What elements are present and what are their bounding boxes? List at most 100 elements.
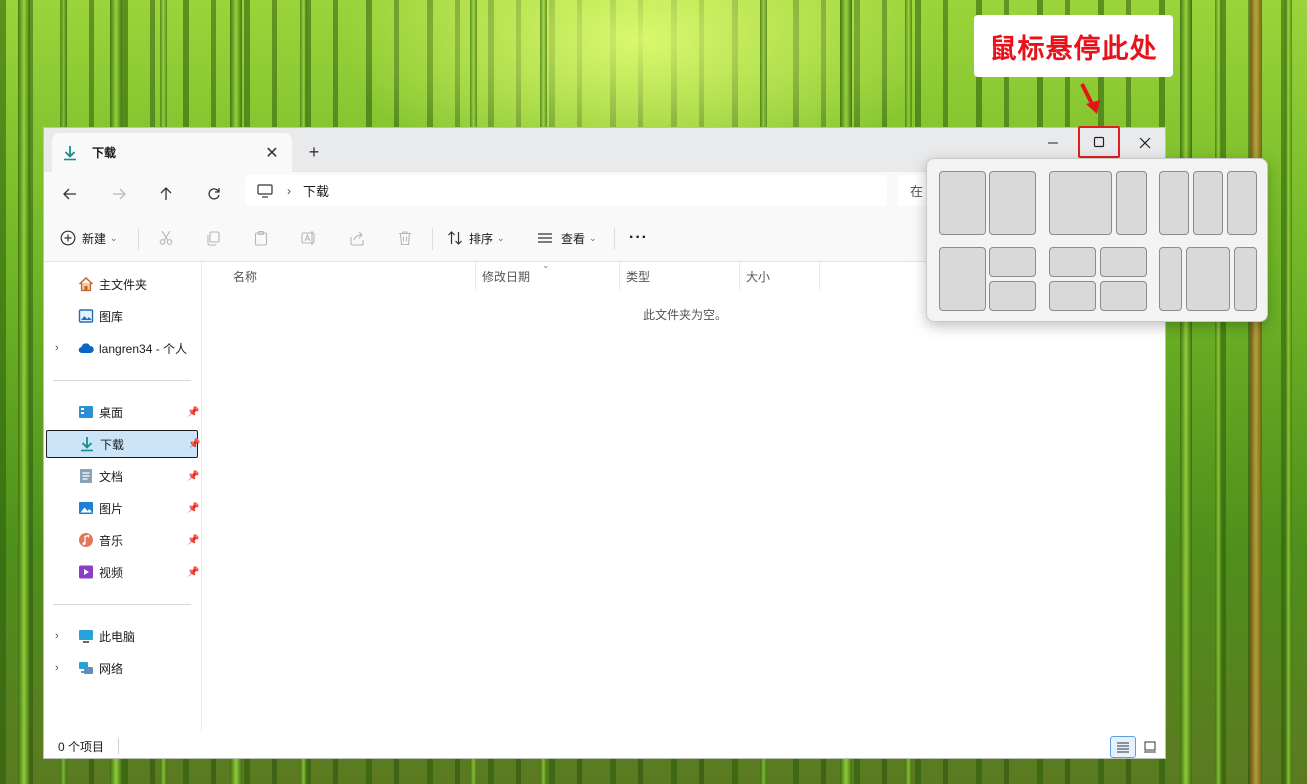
annotation-arrow <box>1080 83 1100 114</box>
toolbar-divider <box>614 228 615 250</box>
rename-icon <box>301 231 315 245</box>
address-bar[interactable]: › 下载 <box>245 175 887 206</box>
snap-zone[interactable] <box>989 171 1036 235</box>
snap-layout-two-thirds <box>1049 171 1147 237</box>
plus-circle-icon <box>60 230 76 246</box>
view-button[interactable]: 查看 ⌄ <box>537 224 597 252</box>
sidebar-item-pictures[interactable]: 图片 📌 <box>46 494 199 522</box>
sidebar-divider <box>53 380 191 381</box>
arrow-left-icon <box>63 188 76 200</box>
sidebar-item-gallery[interactable]: 图库 <box>46 302 198 330</box>
copy-button[interactable] <box>199 224 227 252</box>
snap-zone[interactable] <box>1193 171 1223 235</box>
snap-zone[interactable] <box>1227 171 1257 235</box>
network-icon <box>78 660 94 676</box>
download-icon <box>79 436 95 452</box>
snap-zone[interactable] <box>989 247 1036 277</box>
pin-icon[interactable]: 📌 <box>187 503 199 514</box>
snap-zone[interactable] <box>989 281 1036 311</box>
snap-zone[interactable] <box>1049 281 1096 311</box>
sidebar-item-music[interactable]: 音乐 📌 <box>46 526 199 554</box>
empty-folder-message: 此文件夹为空。 <box>643 308 728 322</box>
snap-zone[interactable] <box>1116 171 1147 235</box>
sidebar-item-videos[interactable]: 视频 📌 <box>46 558 199 586</box>
sidebar-item-label: langren34 - 个人 <box>99 341 188 356</box>
more-options-button[interactable]: ··· <box>629 224 648 252</box>
status-divider <box>118 738 120 754</box>
snap-zone[interactable] <box>1049 247 1096 277</box>
chevron-down-icon: ⌄ <box>497 232 505 243</box>
sidebar-item-label: 主文件夹 <box>99 277 148 292</box>
sort-button[interactable]: 排序 ⌄ <box>447 224 505 252</box>
share-button[interactable] <box>343 224 371 252</box>
sidebar-item-home[interactable]: 主文件夹 <box>46 270 198 298</box>
column-header-size[interactable]: 大小 <box>740 262 820 290</box>
maximize-button[interactable] <box>1078 126 1120 158</box>
new-button[interactable]: 新建 ⌄ <box>60 224 118 252</box>
details-view-icon <box>1117 742 1129 753</box>
pictures-icon <box>78 500 94 516</box>
snap-layout-half-and-quarters <box>939 247 1037 313</box>
column-header-type[interactable]: 类型 <box>620 262 740 290</box>
tab-close-icon[interactable]: ✕ <box>260 141 284 165</box>
sidebar-item-network[interactable]: › 网络 <box>46 654 198 682</box>
arrow-up-icon <box>160 187 172 200</box>
sidebar-item-desktop[interactable]: 桌面 📌 <box>46 398 199 426</box>
pin-icon[interactable]: 📌 <box>187 535 199 546</box>
sidebar-item-label: 图片 <box>99 501 124 516</box>
minimize-button[interactable] <box>1030 128 1076 158</box>
sort-icon <box>448 231 462 245</box>
snap-zone[interactable] <box>1159 171 1189 235</box>
snap-zone[interactable] <box>1234 247 1257 311</box>
sidebar-item-downloads[interactable]: 下载 📌 <box>46 430 200 458</box>
chevron-right-icon[interactable]: › <box>55 342 59 354</box>
new-tab-button[interactable]: + <box>302 140 326 164</box>
snap-zone[interactable] <box>1100 281 1147 311</box>
annotation-callout: 鼠标悬停此处 <box>974 15 1173 77</box>
clipboard-icon <box>254 230 268 246</box>
snap-zone[interactable] <box>1100 247 1147 277</box>
forward-button[interactable] <box>105 180 133 208</box>
snap-zone[interactable] <box>939 247 986 311</box>
details-view-button[interactable] <box>1110 736 1136 758</box>
column-header-name[interactable]: 名称 <box>203 262 476 290</box>
sidebar-divider <box>53 604 191 605</box>
refresh-button[interactable] <box>200 180 228 208</box>
back-button[interactable] <box>56 180 84 208</box>
pin-icon[interactable]: 📌 <box>187 471 199 482</box>
up-button[interactable] <box>152 180 180 208</box>
pin-icon[interactable]: 📌 <box>187 407 199 418</box>
tab-downloads[interactable]: 下载 ✕ <box>52 133 292 172</box>
cut-button[interactable] <box>152 224 180 252</box>
snap-zone[interactable] <box>939 171 986 235</box>
sidebar-item-documents[interactable]: 文档 📌 <box>46 462 199 490</box>
view-button-label: 查看 <box>561 231 586 246</box>
refresh-icon <box>208 188 220 200</box>
music-icon <box>78 532 94 548</box>
delete-button[interactable] <box>391 224 419 252</box>
chevron-right-icon[interactable]: › <box>55 630 59 642</box>
pin-icon[interactable]: 📌 <box>187 567 199 578</box>
close-window-button[interactable] <box>1122 128 1168 158</box>
desktop-icon <box>78 404 94 420</box>
snap-zone[interactable] <box>1049 171 1112 235</box>
close-icon <box>1139 137 1151 149</box>
minimize-icon <box>1048 142 1058 144</box>
maximize-icon <box>1093 136 1105 148</box>
sidebar-item-this-pc[interactable]: › 此电脑 <box>46 622 198 650</box>
rename-button[interactable] <box>295 224 323 252</box>
sidebar-item-onedrive[interactable]: › langren34 - 个人 <box>46 334 198 362</box>
snap-zone[interactable] <box>1159 247 1182 311</box>
large-icons-view-button[interactable] <box>1137 736 1163 758</box>
breadcrumb-downloads[interactable]: 下载 <box>303 181 329 200</box>
paste-button[interactable] <box>247 224 275 252</box>
pin-icon[interactable]: 📌 <box>188 439 200 450</box>
chevron-right-icon[interactable]: › <box>55 662 59 674</box>
tiles-view-icon <box>1144 741 1156 753</box>
sidebar-item-label: 视频 <box>99 565 124 580</box>
copy-icon <box>207 231 220 246</box>
sidebar-item-label: 网络 <box>99 661 124 676</box>
snap-zone[interactable] <box>1186 247 1230 311</box>
trash-icon <box>399 231 411 246</box>
sidebar-item-label: 文档 <box>99 469 124 484</box>
